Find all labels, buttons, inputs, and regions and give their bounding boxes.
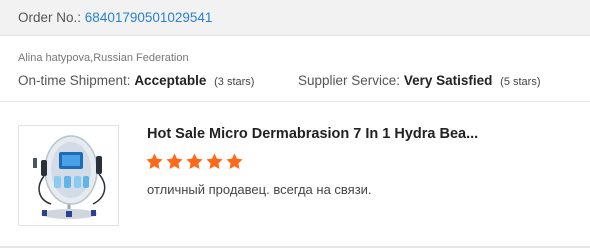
star-icon xyxy=(206,153,223,169)
review-text: отличный продавец. всегда на связи. xyxy=(147,182,372,197)
order-number-link[interactable]: 68401790501029541 xyxy=(85,10,213,25)
product-star-rating xyxy=(145,152,245,174)
dermabrasion-machine-image xyxy=(19,126,118,225)
product-title-link[interactable]: Hot Sale Micro Dermabrasion 7 In 1 Hydra… xyxy=(147,126,478,142)
section-divider xyxy=(0,101,590,102)
product-thumbnail[interactable] xyxy=(18,125,119,226)
supplier-rating-value: Very Satisfied xyxy=(403,73,493,88)
buyer-info: Alina hatypova,Russian Federation xyxy=(18,52,189,64)
star-icon xyxy=(146,153,163,169)
star-icon xyxy=(186,153,203,169)
shipment-rating-count: (3 stars) xyxy=(214,76,255,88)
star-icon xyxy=(166,153,183,169)
shipment-rating: On-time Shipment: Acceptable (3 stars) xyxy=(18,73,254,88)
order-header: Order No.: 68401790501029541 xyxy=(0,0,590,36)
supplier-rating-count: (5 stars) xyxy=(500,76,541,88)
order-label: Order No.: 68401790501029541 xyxy=(18,10,212,25)
shipment-rating-value: Acceptable xyxy=(134,73,207,88)
supplier-rating-label: Supplier Service: xyxy=(298,73,401,88)
supplier-rating: Supplier Service: Very Satisfied (5 star… xyxy=(298,73,541,88)
order-number-label: Order No.: xyxy=(18,10,82,25)
star-icon xyxy=(226,153,243,169)
shipment-rating-label: On-time Shipment: xyxy=(18,73,131,88)
